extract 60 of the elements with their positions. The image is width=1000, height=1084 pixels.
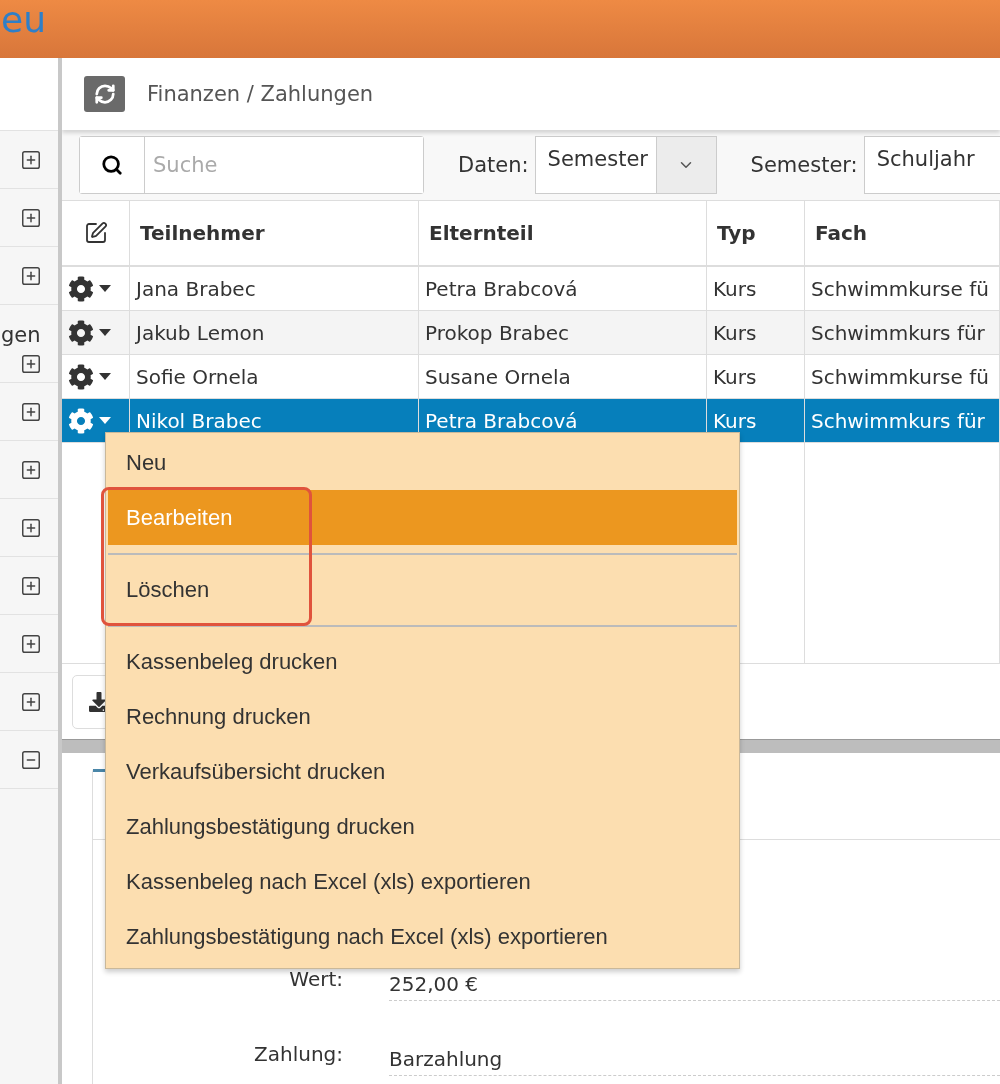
search-button[interactable] (80, 137, 145, 193)
menu-item[interactable]: Löschen (108, 562, 737, 617)
table-cell: Kurs (707, 311, 805, 355)
field-label: Zahlung: (253, 1042, 343, 1066)
expand-icon[interactable] (20, 690, 42, 713)
search-field[interactable]: Suche (79, 136, 424, 194)
expand-icon[interactable] (20, 264, 42, 287)
table-cell: Kurs (707, 399, 805, 443)
expand-icon[interactable] (20, 458, 42, 481)
table-cell: Schwimmkurs für (805, 399, 1000, 443)
table-cell: Jakub Lemon (130, 311, 419, 355)
expand-icon[interactable] (20, 148, 42, 171)
gear-icon (68, 407, 94, 434)
row-menu-button[interactable] (68, 319, 111, 346)
caret-icon (99, 373, 111, 380)
menu-item[interactable]: Zahlungsbestätigung drucken (108, 799, 737, 854)
filter-label: Semester: (750, 153, 858, 177)
expand-icon[interactable] (20, 516, 42, 539)
row-menu-button[interactable] (68, 275, 111, 302)
app-title: eu (1, 0, 46, 40)
menu-item[interactable]: Rechnung drucken (108, 689, 737, 744)
table-cell: Jana Brabec (130, 267, 419, 311)
filter-label: Daten: (458, 153, 529, 177)
expand-icon[interactable] (20, 400, 42, 423)
refresh-button[interactable] (84, 76, 125, 112)
table-cell: Prokop Brabec (419, 311, 707, 355)
collapse-icon[interactable] (20, 748, 42, 771)
caret-icon (99, 329, 111, 336)
breadcrumb: Finanzen / Zahlungen (147, 82, 374, 106)
field-value: 252,00 € (389, 972, 1000, 1001)
menu-item[interactable]: Kassenbeleg drucken (108, 634, 737, 689)
gear-icon (68, 275, 94, 302)
table-cell: Schwimmkurs für (805, 311, 1000, 355)
edit-icon (83, 221, 108, 245)
filter-select[interactable]: Schuljahr (863, 136, 1000, 194)
menu-item[interactable]: Verkaufsübersicht drucken (108, 744, 737, 799)
menu-item[interactable]: Zahlungsbestätigung nach Excel (xls) exportieren (108, 909, 737, 964)
expand-icon[interactable] (20, 574, 42, 597)
gear-icon (68, 363, 94, 390)
refresh-icon (93, 83, 116, 105)
table-cell: Sofie Ornela (130, 355, 419, 399)
table-cell: Kurs (707, 355, 805, 399)
expand-icon[interactable] (20, 352, 42, 375)
row-menu-button[interactable] (68, 363, 111, 390)
field-label: Wert: (288, 967, 343, 991)
table-cell: Petra Brabcová (419, 267, 707, 311)
table-cell: Schwimmkurse fü (805, 267, 1000, 311)
filter-select[interactable]: Semester (534, 136, 717, 194)
table-cell: Susane Ornela (419, 355, 707, 399)
table-cell: Kurs (707, 267, 805, 311)
table-cell: Schwimmkurse fü (805, 355, 1000, 399)
caret-icon (99, 285, 111, 292)
expand-icon[interactable] (20, 632, 42, 655)
expand-icon[interactable] (20, 206, 42, 229)
caret-icon (99, 417, 111, 424)
gear-icon (68, 319, 94, 346)
menu-item[interactable]: Kassenbeleg nach Excel (xls) exportieren (108, 854, 737, 909)
sidebar-label[interactable]: gen (1, 323, 41, 347)
search-icon (101, 154, 123, 176)
field-value: Barzahlung (389, 1047, 1000, 1076)
